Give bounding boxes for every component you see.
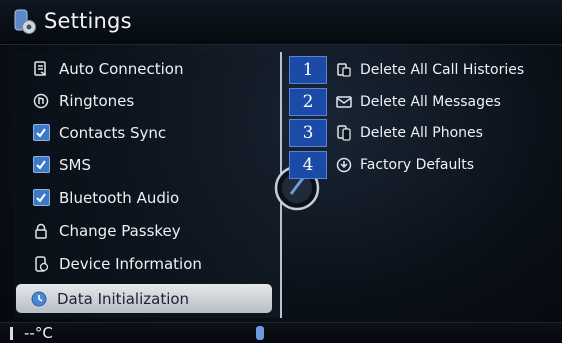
factory-defaults-icon	[335, 156, 353, 174]
menu-item-auto-connection[interactable]: Auto Connection	[18, 54, 260, 83]
menu-item-label: Change Passkey	[59, 221, 181, 240]
auto-connection-icon	[32, 60, 50, 78]
option-number-badge: 4	[289, 150, 327, 179]
option-label: Delete All Call Histories	[360, 61, 525, 78]
lock-icon	[32, 222, 50, 240]
menu-item-label: SMS	[59, 155, 91, 174]
menu-item-label: Auto Connection	[59, 59, 184, 78]
menu-item-label: Bluetooth Audio	[59, 188, 180, 207]
option-delete-all-messages[interactable]: 2 Delete All Messages	[289, 87, 547, 116]
option-label: Delete All Phones	[360, 124, 483, 141]
header-bar: Settings	[0, 0, 562, 45]
option-number-badge: 2	[289, 87, 327, 116]
bluetooth-icon	[256, 326, 264, 340]
signal-icon	[10, 327, 13, 340]
data-init-icon	[30, 290, 48, 308]
menu-item-data-initialization[interactable]: Data Initialization	[16, 284, 272, 313]
menu-item-bluetooth-audio[interactable]: Bluetooth Audio	[18, 183, 260, 212]
option-number-badge: 3	[289, 118, 327, 147]
checkbox-checked-icon[interactable]	[32, 189, 50, 207]
messages-icon	[335, 93, 353, 111]
device-info-icon	[32, 255, 50, 273]
page-title: Settings	[44, 9, 132, 33]
menu-item-label: Ringtones	[59, 91, 135, 110]
option-label: Factory Defaults	[360, 156, 475, 173]
menu-item-ringtones[interactable]: Ringtones	[18, 86, 260, 115]
call-history-icon	[335, 61, 353, 79]
settings-gear-phone-icon	[14, 9, 36, 34]
menu-item-label: Data Initialization	[57, 289, 190, 308]
menu-item-label: Device Information	[59, 254, 202, 273]
menu-item-contacts-sync[interactable]: Contacts Sync	[18, 118, 260, 147]
option-number-badge: 1	[289, 55, 327, 84]
settings-screen: Settings Auto Connection Ringtones Conta…	[0, 0, 562, 343]
settings-menu: Auto Connection Ringtones Contacts Sync …	[14, 52, 282, 318]
temperature-readout: --°C	[24, 324, 53, 342]
option-factory-defaults[interactable]: 4 Factory Defaults	[289, 150, 547, 179]
option-label: Delete All Messages	[360, 93, 501, 110]
menu-item-change-passkey[interactable]: Change Passkey	[18, 216, 260, 245]
status-bar: --°C	[0, 322, 562, 343]
checkbox-checked-icon[interactable]	[32, 156, 50, 174]
option-delete-call-histories[interactable]: 1 Delete All Call Histories	[289, 55, 547, 84]
menu-item-label: Contacts Sync	[59, 123, 167, 142]
menu-item-sms[interactable]: SMS	[18, 150, 260, 179]
menu-item-device-information[interactable]: Device Information	[18, 249, 260, 278]
phones-icon	[335, 124, 353, 142]
checkbox-checked-icon[interactable]	[32, 124, 50, 142]
ringtone-icon	[32, 92, 50, 110]
option-delete-all-phones[interactable]: 3 Delete All Phones	[289, 118, 547, 147]
